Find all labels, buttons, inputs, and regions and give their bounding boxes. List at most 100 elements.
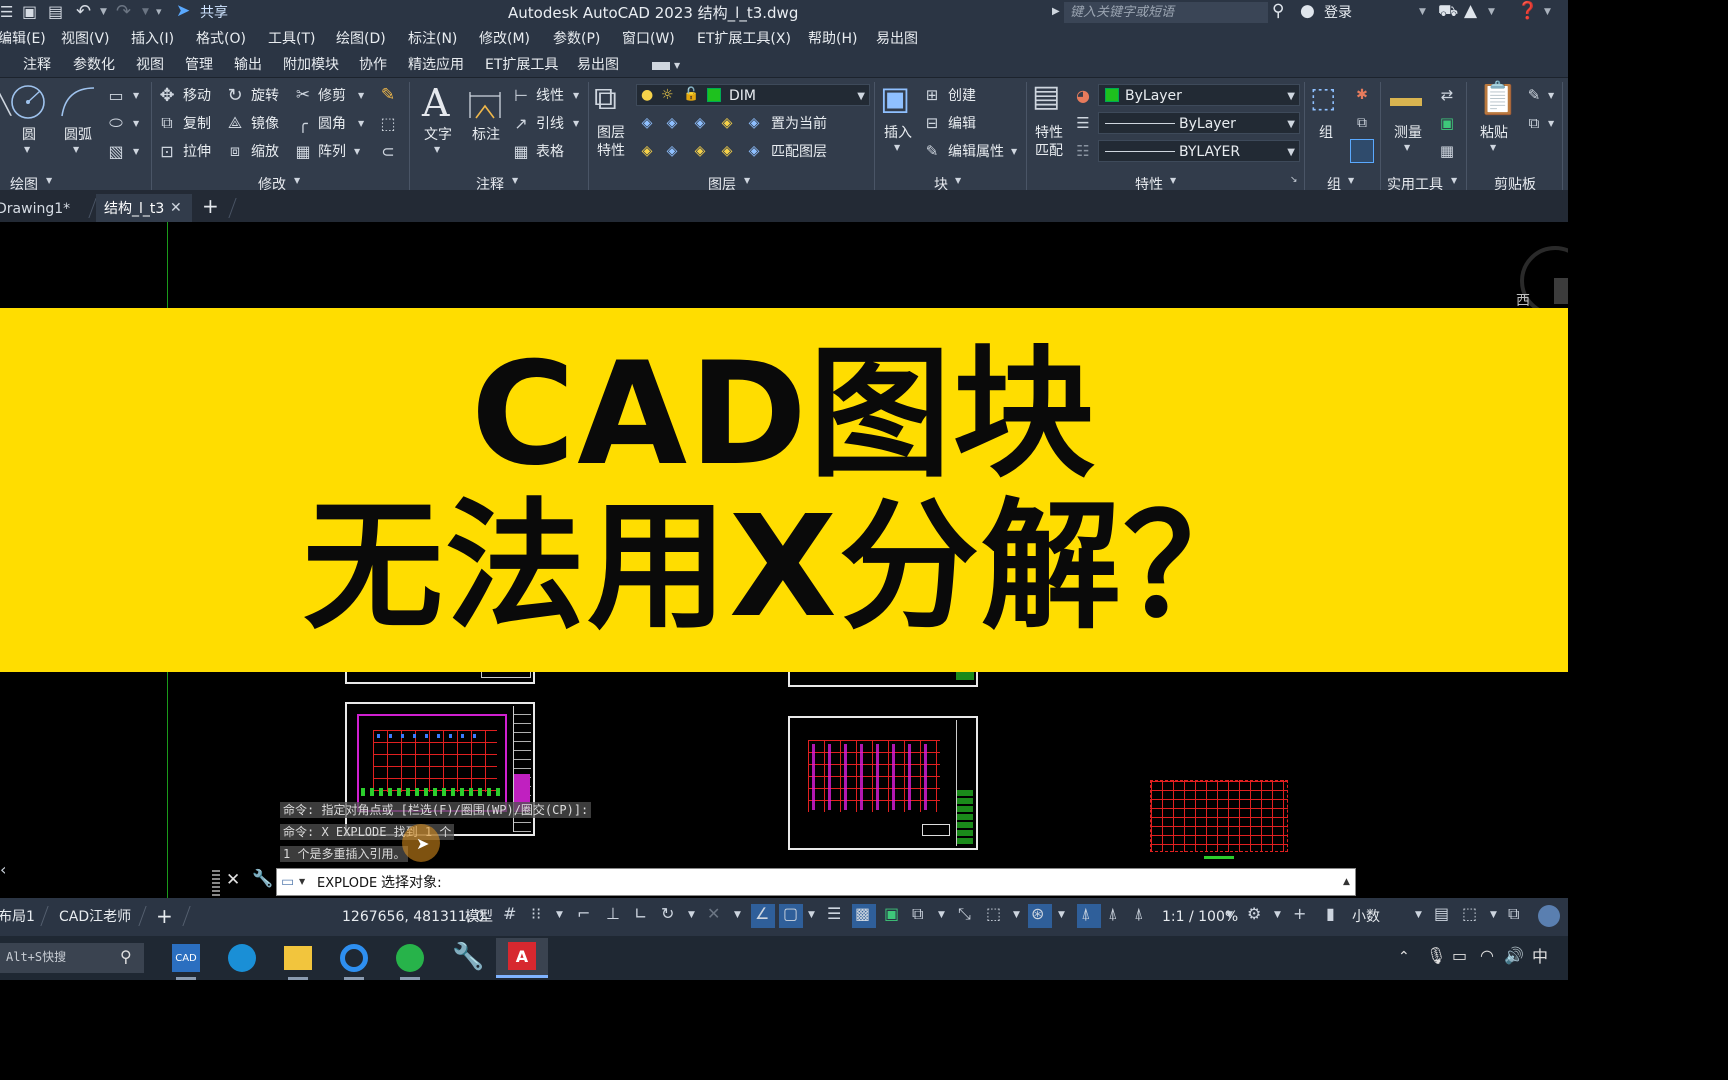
tab-manage[interactable]: 管理 [185,58,213,72]
offset-icon[interactable]: ⊂ [378,141,398,161]
add-layout-icon[interactable]: + [156,906,173,926]
ellipse-icon[interactable]: ⬭ [106,113,126,132]
command-close-icon[interactable]: ✕ [226,872,240,889]
units-value[interactable]: 小数 [1352,910,1380,924]
erase-icon[interactable]: ✎ [378,85,398,105]
table-icon[interactable]: ▦ [511,141,531,161]
layer-tool-icon[interactable]: ◈ [690,113,710,133]
group-button[interactable]: ⬚ 组 [1308,82,1346,162]
fillet-dropdown-icon[interactable]: ▼ [358,120,364,128]
input-method-label[interactable]: 中 [1532,949,1548,965]
tab-yichutu[interactable]: 易出图 [577,58,619,72]
create-block-label[interactable]: 创建 [948,89,976,103]
command-bar-grip[interactable] [212,870,220,896]
qat-customize-icon[interactable]: ▾ [156,6,162,17]
utilities-group-dropdown-icon[interactable]: ▼ [1451,177,1457,185]
layer-tool-icon[interactable]: ◈ [637,141,657,161]
menu-modify[interactable]: 修改(M) [479,32,530,46]
tab-annotate[interactable]: 注释 [23,58,51,72]
edit-attribute-icon[interactable]: ✎ [922,141,942,161]
menu-window[interactable]: 窗口(W) [622,32,675,46]
edge-browser-icon[interactable] [228,944,256,972]
workspace-gear-icon[interactable]: ⚙ [1247,906,1261,922]
object-snap-dropdown-icon[interactable]: ▼ [808,911,815,920]
move-icon[interactable]: ✥ [157,85,177,106]
share-label[interactable]: 共享 [200,6,228,20]
linear-dim-icon[interactable]: ⊢ [511,85,531,105]
trim-label[interactable]: 修剪 [318,89,346,103]
save-as-icon[interactable]: ▤ [48,4,63,20]
search-icon[interactable]: ⚲ [1272,3,1284,20]
stretch-label[interactable]: 拉伸 [183,145,211,159]
lock-ui-dropdown-icon[interactable]: ▼ [1490,911,1497,920]
trim-icon[interactable]: ✂ [293,85,313,105]
edit-attribute-dropdown-icon[interactable]: ▼ [1011,148,1017,156]
selection-cycling-icon[interactable]: ▣ [884,906,899,922]
set-current-label[interactable]: 置为当前 [771,117,827,131]
tab-output[interactable]: 输出 [234,58,262,72]
menu-edit[interactable]: 编辑(E) [0,32,46,46]
command-recent-dropdown-icon[interactable]: ▼ [299,878,305,886]
search-input[interactable]: 键入关键字或短语 [1064,2,1268,23]
circle-button[interactable]: 圆 ▼ [10,84,48,154]
wechat-icon[interactable] [396,944,424,972]
layout-tab[interactable]: 布局1 [0,910,35,924]
command-recent-icon[interactable]: ▭ [281,875,294,889]
set-current-icon[interactable]: ◈ [744,113,764,133]
annotation-monitor-plus-icon[interactable]: + [1293,906,1306,922]
properties-dialog-launcher-icon[interactable]: ↘ [1290,176,1298,185]
hatch-icon[interactable]: ▧ [106,142,126,161]
workspace-dropdown-icon[interactable]: ▼ [1274,911,1281,920]
tab-collaborate[interactable]: 协作 [359,58,387,72]
color-wheel-icon[interactable]: ◕ [1073,85,1093,105]
rotate-label[interactable]: 旋转 [251,89,279,103]
tab-featured-apps[interactable]: 精选应用 [408,58,464,72]
doc-tab-active[interactable]: 结构_l_t3 ✕ [96,194,192,222]
autoscale-icon[interactable]: ⬚ [986,906,1001,922]
layer-tool-icon[interactable]: ◈ [662,113,682,133]
menu-draw[interactable]: 绘图(D) [336,32,386,46]
copy-clip-icon[interactable]: ⧉ [1524,113,1544,133]
layer-tool-icon[interactable]: ◈ [690,141,710,161]
lineweight-icon[interactable]: ☰ [1073,113,1093,133]
volume-icon[interactable]: 🔊 [1504,948,1524,964]
layer-tool-icon[interactable]: ◈ [637,113,657,133]
layer-dropdown[interactable]: ● ☼ 🔓 DIM ▼ [636,84,870,106]
group-selection-toggle[interactable] [1350,139,1374,163]
drawing-sheet[interactable] [788,716,978,850]
polar-icon[interactable]: ↻ [661,906,674,922]
annotation-group-dropdown-icon[interactable]: ▼ [512,177,518,185]
menu-insert[interactable]: 插入(I) [131,32,174,46]
measure-button[interactable]: 测量 ▼ [1388,82,1428,162]
tray-expand-icon[interactable]: ⌃ [1398,950,1410,964]
cad-app-icon[interactable]: CAD [172,944,200,972]
tab-view[interactable]: 视图 [136,58,164,72]
linear-dim-label[interactable]: 线性 [536,89,564,103]
browser-q-icon[interactable] [340,944,368,972]
user-icon[interactable]: ● [1300,3,1315,20]
rectangle-icon[interactable]: ▭ [106,86,126,105]
autoscale-dropdown-icon[interactable]: ▼ [1013,911,1020,920]
autocad-taskbar-button[interactable]: A [496,938,548,978]
edit-block-label[interactable]: 编辑 [948,117,976,131]
copy-label[interactable]: 复制 [183,117,211,131]
array-dropdown-icon[interactable]: ▼ [354,148,360,156]
new-tab-icon[interactable]: + [202,196,219,216]
ellipse-dropdown-icon[interactable]: ▼ [133,120,139,128]
help-dropdown-icon[interactable]: ▼ [1544,8,1551,17]
taskbar-search-icon[interactable]: ⚲ [120,949,132,965]
arc-button[interactable]: 圆弧 ▼ [58,84,98,154]
tab-et-tools[interactable]: ET扩展工具 [485,58,558,72]
groups-group-dropdown-icon[interactable]: ▼ [1348,177,1354,185]
grid-icon[interactable]: # [503,906,516,922]
close-tab-icon[interactable]: ✕ [170,201,182,215]
match-layer-label[interactable]: 匹配图层 [771,145,827,159]
3d-osnap-dropdown-icon[interactable]: ▼ [938,911,945,920]
mirror-icon[interactable]: ⟁ [225,113,245,133]
menu-yichutu[interactable]: 易出图 [876,32,918,46]
lock-ui-icon[interactable]: ⬚ [1462,906,1477,922]
menu-view[interactable]: 视图(V) [61,32,110,46]
battery-icon[interactable]: ▭ [1452,948,1467,964]
clean-screen-button[interactable] [1538,905,1560,927]
copy-clip-dropdown-icon[interactable]: ▼ [1548,120,1554,128]
